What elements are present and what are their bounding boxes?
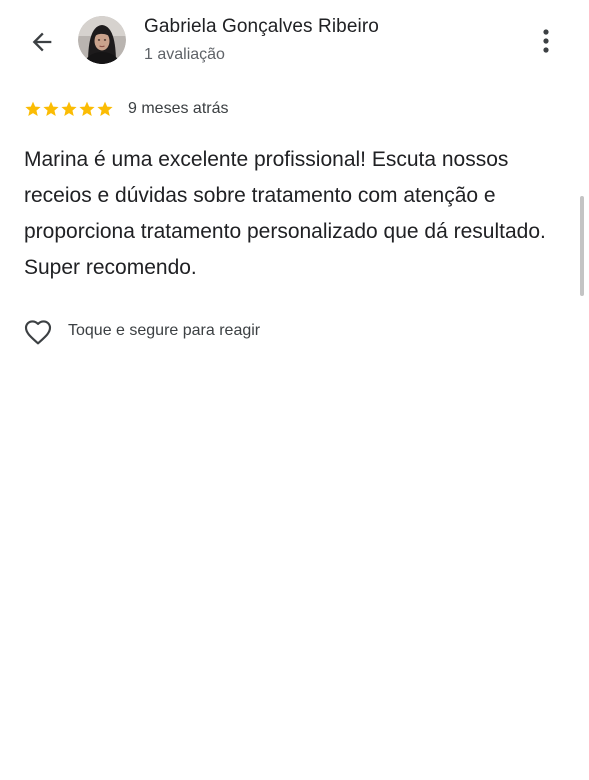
review-count: 1 avaliação (144, 46, 225, 63)
scrollbar[interactable] (580, 196, 584, 296)
review-date: 9 meses atrás (128, 100, 229, 117)
star-icon (25, 101, 41, 116)
more-options-button[interactable] (532, 24, 560, 58)
more-vert-icon (543, 29, 549, 53)
star-icon (97, 101, 113, 116)
avatar[interactable] (78, 16, 126, 64)
star-rating (24, 100, 114, 118)
star-icon (61, 101, 77, 116)
avatar-image (78, 16, 126, 64)
react-label: Toque e segure para reagir (68, 322, 261, 339)
review-text: Marina é uma excelente profissional! Esc… (24, 148, 546, 279)
rating-row: 9 meses atrás (24, 100, 228, 118)
reviewer-name[interactable]: Gabriela Gonçalves Ribeiro (144, 16, 379, 38)
star-icon (43, 101, 59, 116)
arrow-left-icon (32, 32, 52, 52)
star-icon (79, 101, 95, 116)
heart-outline-icon (24, 320, 52, 345)
back-button[interactable] (24, 24, 60, 60)
react-button[interactable]: Toque e segure para reagir (22, 316, 260, 346)
